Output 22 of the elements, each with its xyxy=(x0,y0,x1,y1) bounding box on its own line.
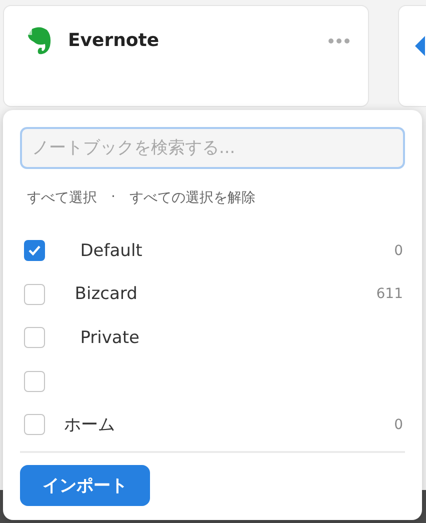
note-count: 0 xyxy=(394,416,403,433)
import-button[interactable]: インポート xyxy=(20,464,150,506)
more-icon[interactable] xyxy=(328,38,350,44)
checkbox[interactable] xyxy=(24,414,45,436)
notebook-name: ホーム xyxy=(64,415,115,436)
note-count: 0 xyxy=(394,242,403,259)
checkbox[interactable] xyxy=(24,240,45,262)
checkbox[interactable] xyxy=(24,370,45,392)
notebook-name: Private xyxy=(79,328,140,348)
notebook-name: Bizcard xyxy=(74,284,138,304)
separator-dot: · xyxy=(111,189,116,207)
elephant-icon xyxy=(26,26,52,56)
note-count: 611 xyxy=(376,286,403,302)
notebook-name: Default xyxy=(79,240,142,261)
select-all-link[interactable]: すべて選択 xyxy=(27,189,97,207)
search-field[interactable]: ノートブックを検索する... xyxy=(20,127,405,169)
checkbox[interactable] xyxy=(24,284,45,305)
app-title: Evernote xyxy=(68,29,160,53)
app-card[interactable]: Evernote xyxy=(3,5,369,107)
checkbox[interactable] xyxy=(24,327,45,348)
deselect-all-link[interactable]: すべての選択を解除 xyxy=(129,189,256,207)
check-icon xyxy=(28,245,41,256)
